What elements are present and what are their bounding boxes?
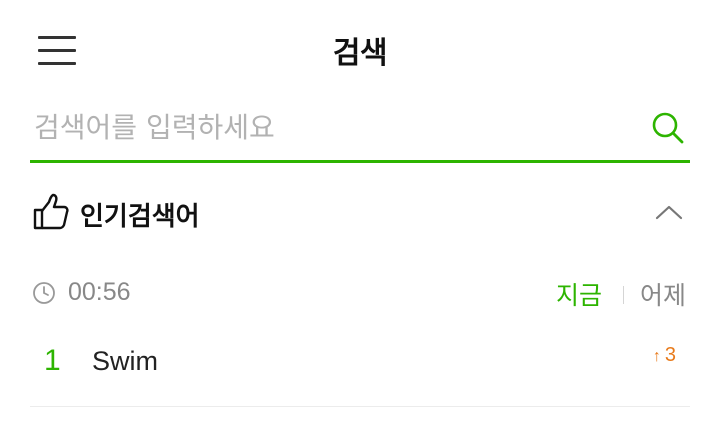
update-time: 00:56: [68, 278, 131, 306]
arrow-up-icon: ↑: [652, 348, 661, 365]
popular-keywords-header: 인기검색어: [30, 186, 690, 242]
chevron-up-icon[interactable]: [654, 200, 684, 224]
clock-icon: [33, 282, 55, 304]
page-title: 검색: [332, 36, 388, 71]
time-tab-row: 00:56 지금 어제: [30, 270, 690, 316]
rank-change: ↑ 3: [653, 344, 676, 367]
tab-divider: [623, 286, 624, 304]
rank-number: 1: [44, 344, 61, 377]
keyword-text: Swim: [92, 346, 158, 376]
tab-now[interactable]: 지금: [556, 276, 602, 312]
thumbs-up-icon: [33, 193, 69, 230]
search-icon[interactable]: [650, 110, 686, 146]
tab-yesterday[interactable]: 어제: [640, 276, 686, 312]
popular-keyword-item[interactable]: 1 Swim ↑ 3: [30, 332, 690, 407]
search-bar: [30, 96, 690, 163]
popular-keywords-title: 인기검색어: [80, 202, 200, 232]
search-input[interactable]: [34, 104, 634, 150]
app-header: 검색: [0, 0, 720, 96]
rank-change-value: 3: [664, 344, 676, 366]
